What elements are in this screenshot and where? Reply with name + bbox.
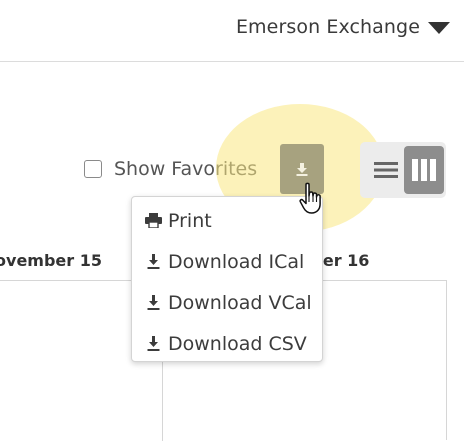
header-divider [0,61,464,62]
download-icon [144,294,162,312]
grid-view-icon [412,159,436,181]
download-button[interactable] [280,144,324,194]
download-icon [144,253,162,271]
print-icon [144,212,162,230]
menu-item-print[interactable]: Print [132,200,322,241]
menu-item-label: Download CSV [168,332,307,355]
grid-view-button[interactable] [404,146,444,194]
view-switch [360,142,446,198]
menu-item-download-ical[interactable]: Download ICal [132,241,322,282]
menu-item-label: Download VCal [168,291,312,314]
event-name: Emerson Exchange [235,16,420,38]
show-favorites-checkbox[interactable] [84,160,102,178]
list-view-icon [374,162,398,178]
download-icon [296,162,308,176]
menu-item-label: Print [168,209,212,232]
menu-item-download-csv[interactable]: Download CSV [132,323,322,364]
day-header: ovember 15 [0,251,102,270]
download-menu: Print Download ICal Download VCal Downlo… [131,196,323,362]
menu-item-download-vcal[interactable]: Download VCal [132,282,322,323]
menu-item-label: Download ICal [168,250,305,273]
caret-down-icon [428,22,450,34]
download-icon [144,335,162,353]
event-selector[interactable]: Emerson Exchange [236,14,450,40]
list-view-button[interactable] [368,150,404,190]
